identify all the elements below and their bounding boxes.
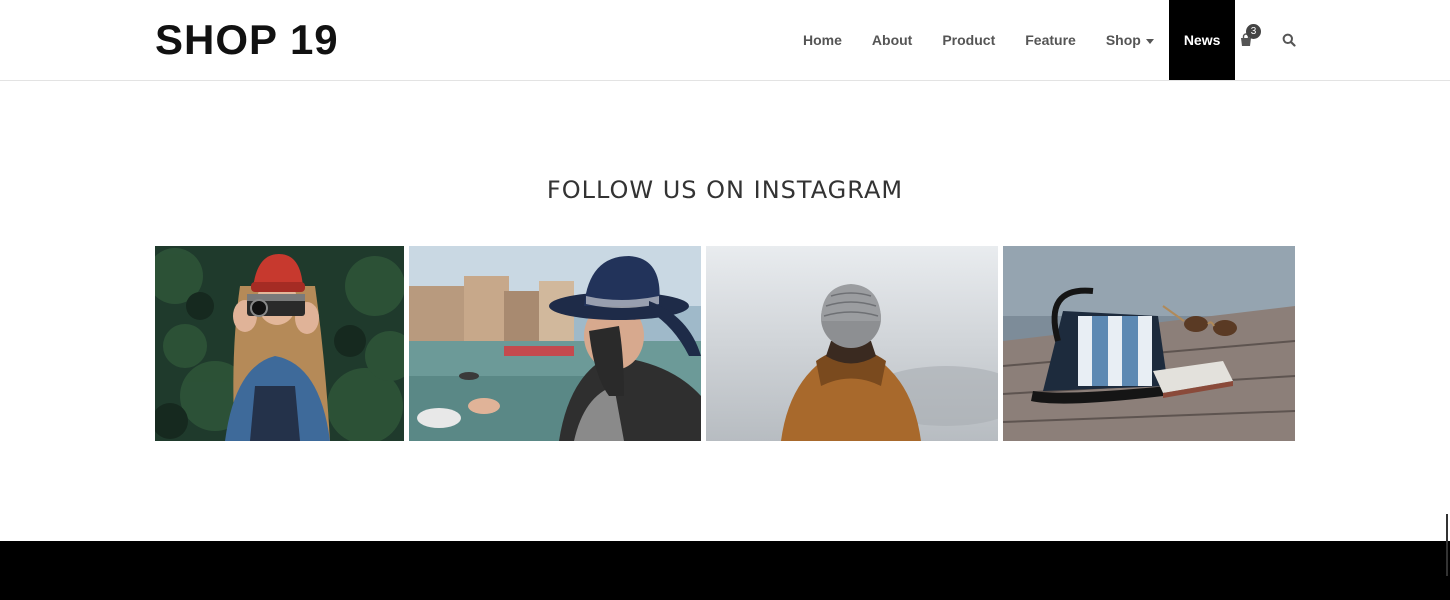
nav-product[interactable]: Product bbox=[927, 0, 1010, 80]
instagram-section-title: FOLLOW US ON INSTAGRAM bbox=[546, 176, 904, 204]
instagram-photo-1[interactable] bbox=[155, 246, 404, 441]
nav-news[interactable]: News bbox=[1168, 0, 1236, 80]
instagram-photo-4[interactable] bbox=[1003, 246, 1295, 441]
nav-shop-label: Shop bbox=[1105, 32, 1141, 48]
site-header: SHOP 19 Home About Product Feature Shop … bbox=[0, 0, 1450, 81]
woman-hat-canal-image bbox=[409, 246, 701, 441]
nav-feature[interactable]: Feature bbox=[1010, 0, 1091, 80]
search-icon bbox=[1282, 33, 1296, 47]
bag-dock-image bbox=[1003, 246, 1295, 441]
cart-count-badge: 3 bbox=[1246, 24, 1261, 39]
site-logo[interactable]: SHOP 19 bbox=[155, 14, 339, 66]
instagram-photo-3[interactable] bbox=[706, 246, 998, 441]
person-fog-image bbox=[706, 246, 998, 441]
site-footer bbox=[0, 541, 1450, 600]
nav-home[interactable]: Home bbox=[788, 0, 857, 80]
cart-button[interactable]: 3 bbox=[1236, 0, 1261, 80]
woman-camera-image bbox=[155, 246, 404, 441]
instagram-photo-2[interactable] bbox=[409, 246, 701, 441]
search-button[interactable] bbox=[1279, 0, 1299, 80]
main-nav: Home About Product Feature Shop News bbox=[788, 0, 1236, 80]
chevron-down-icon bbox=[1145, 38, 1154, 44]
nav-about[interactable]: About bbox=[857, 0, 927, 80]
scrollbar-thumb[interactable] bbox=[1446, 514, 1448, 576]
nav-shop[interactable]: Shop bbox=[1091, 0, 1169, 80]
